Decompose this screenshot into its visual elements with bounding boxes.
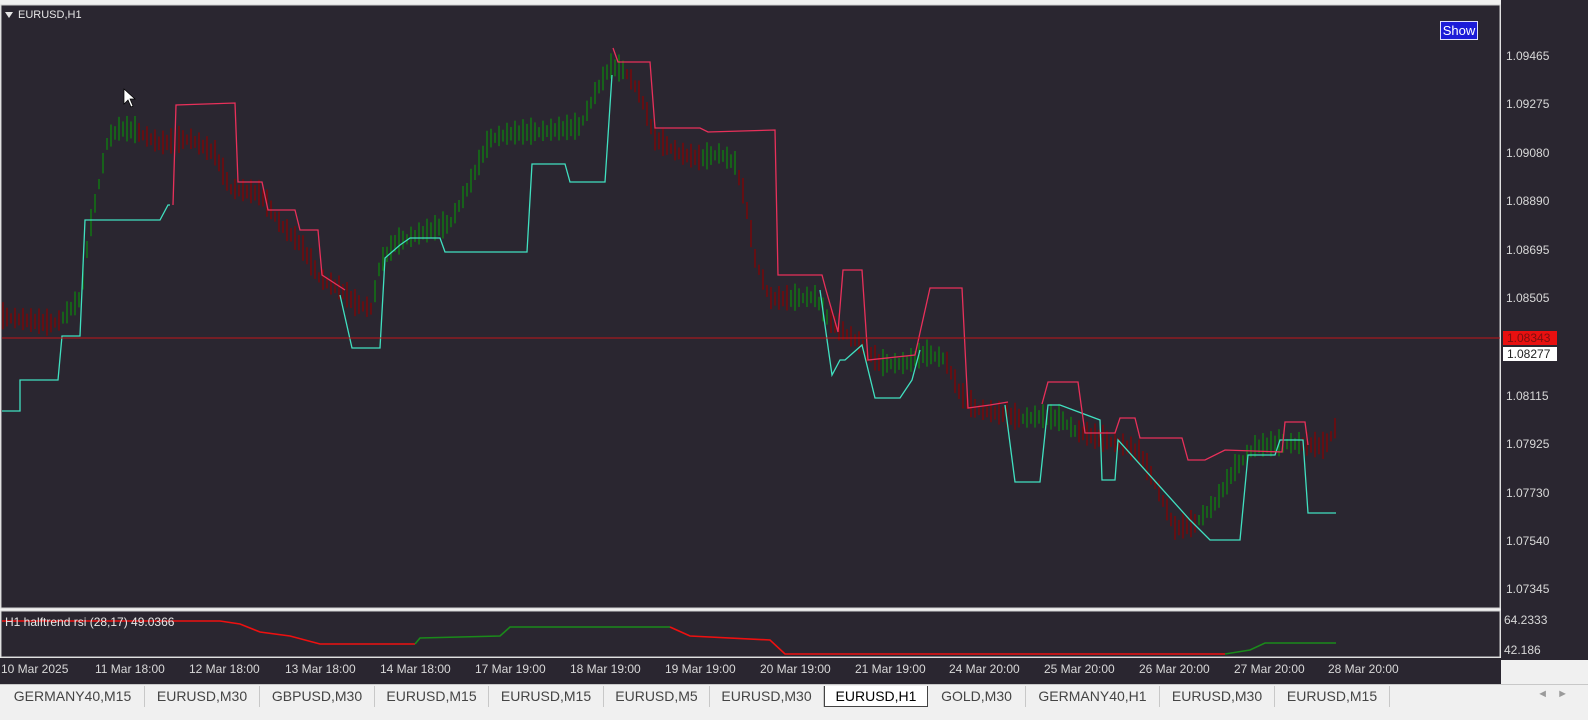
price-tick: 1.08115 — [1506, 389, 1549, 403]
time-tick: 25 Mar 20:00 — [1044, 662, 1115, 676]
tab-eurusd-m15[interactable]: EURUSD,M15 — [375, 686, 489, 707]
symbol-label: EURUSD,H1 — [18, 9, 82, 21]
price-tick: 1.09275 — [1506, 97, 1550, 111]
time-tick: 24 Mar 20:00 — [949, 662, 1020, 676]
tab-germany40-m15[interactable]: GERMANY40,M15 — [1, 686, 145, 707]
tab-gbpusd-m30[interactable]: GBPUSD,M30 — [260, 686, 375, 707]
price-tick: 1.07345 — [1506, 582, 1550, 596]
time-tick: 10 Mar 2025 — [1, 662, 69, 676]
time-tick: 28 Mar 20:00 — [1328, 662, 1399, 676]
time-tick: 19 Mar 19:00 — [665, 662, 736, 676]
time-tick: 18 Mar 19:00 — [570, 662, 641, 676]
price-tick: 1.09080 — [1506, 146, 1550, 160]
indicator-title: H1 halftrend rsi (28,17) 49.0366 — [5, 615, 175, 629]
time-tick: 13 Mar 18:00 — [285, 662, 356, 676]
indicator-plot-area[interactable] — [0, 610, 1501, 658]
time-axis-labels: 10 Mar 2025 11 Mar 18:00 12 Mar 18:00 13… — [1, 662, 1399, 676]
price-tick: 1.07730 — [1506, 486, 1550, 500]
time-tick: 26 Mar 20:00 — [1139, 662, 1210, 676]
time-tick: 21 Mar 19:00 — [855, 662, 926, 676]
price-tick: 1.08695 — [1506, 243, 1550, 257]
tab-eurusd-m5[interactable]: EURUSD,M5 — [604, 686, 710, 707]
dropdown-triangle-icon — [5, 12, 13, 19]
time-tick: 14 Mar 18:00 — [380, 662, 451, 676]
time-tick: 12 Mar 18:00 — [189, 662, 260, 676]
indicator-scale-min: 42.186 — [1504, 643, 1541, 657]
price-tick: 1.08890 — [1506, 194, 1550, 208]
tab-eurusd-m30[interactable]: EURUSD,M30 — [145, 686, 260, 707]
tab-scroll-left-icon[interactable]: ◄ — [1537, 688, 1548, 700]
price-tick: 1.07540 — [1506, 534, 1550, 548]
bid-price-label: 1.08343 — [1507, 331, 1551, 345]
tab-eurusd-m30-3[interactable]: EURUSD,M30 — [1160, 686, 1275, 707]
chart-symbol-title[interactable]: EURUSD,H1 — [5, 9, 82, 21]
tab-scroll-right-icon[interactable]: ► — [1557, 688, 1568, 700]
tab-germany40-h1[interactable]: GERMANY40,H1 — [1026, 686, 1160, 707]
tab-eurusd-m15-3[interactable]: EURUSD,M15 — [1275, 686, 1390, 707]
time-tick: 11 Mar 18:00 — [95, 662, 165, 676]
price-tick: 1.08505 — [1506, 291, 1550, 305]
indicator-scale-max: 64.2333 — [1504, 613, 1548, 627]
tab-gold-m30[interactable]: GOLD,M30 — [928, 686, 1026, 707]
tab-eurusd-h1[interactable]: EURUSD,H1 — [824, 686, 928, 707]
tab-eurusd-m15-2[interactable]: EURUSD,M15 — [489, 686, 604, 707]
price-chart[interactable]: 1.09465 1.09275 1.09080 1.08890 1.08695 … — [0, 0, 1588, 688]
chart-tabs-bar: GERMANY40,M15 EURUSD,M30 GBPUSD,M30 EURU… — [0, 684, 1588, 720]
price-tick: 1.09465 — [1506, 49, 1550, 63]
tab-eurusd-m30-2[interactable]: EURUSD,M30 — [710, 686, 824, 707]
time-tick: 20 Mar 19:00 — [760, 662, 831, 676]
main-plot-area[interactable] — [0, 4, 1501, 609]
price-tick: 1.07925 — [1506, 437, 1550, 451]
time-tick: 27 Mar 20:00 — [1234, 662, 1305, 676]
chart-window[interactable]: 1.09465 1.09275 1.09080 1.08890 1.08695 … — [0, 0, 1588, 688]
ask-price-label: 1.08277 — [1507, 347, 1551, 361]
time-tick: 17 Mar 19:00 — [475, 662, 546, 676]
show-button[interactable]: Show — [1440, 21, 1478, 40]
